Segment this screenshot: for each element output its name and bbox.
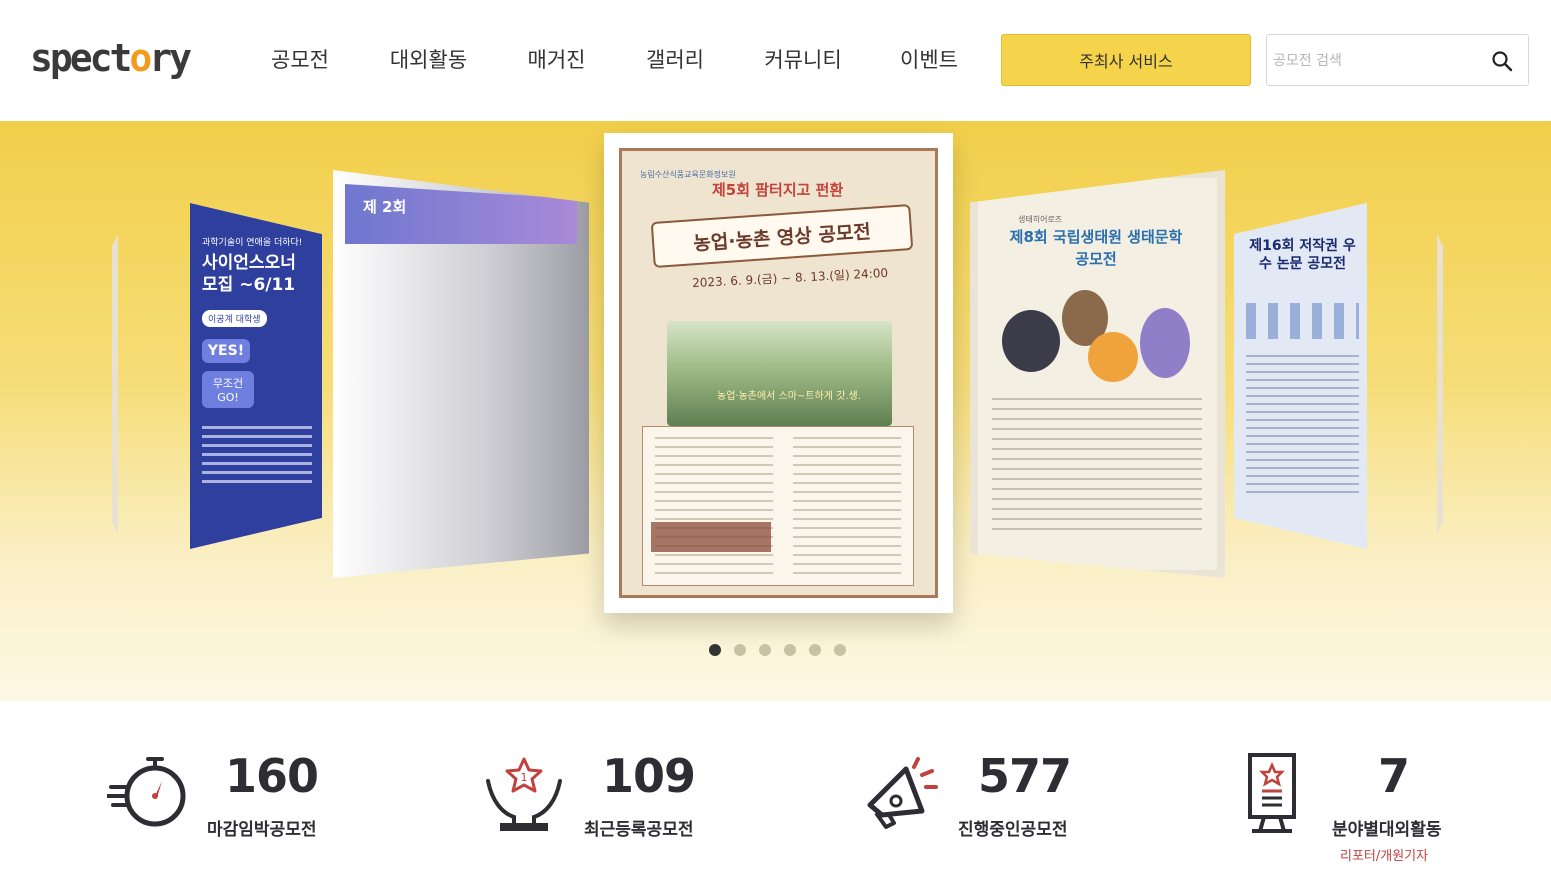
search-input[interactable]	[1273, 49, 1473, 73]
stat-ongoing-label: 진행중인공모전	[958, 820, 1068, 840]
stopwatch-icon	[107, 757, 186, 827]
second-poster-title: 제 2회	[363, 198, 407, 216]
stats-section: 160 마감임박공모전 1 109 최근등록공모전 577 진행중인공모전 7 …	[0, 701, 1551, 890]
carousel-dot-5[interactable]	[809, 644, 821, 656]
logo-text-accent: o	[129, 36, 152, 80]
stat-recent-count: 109	[602, 749, 696, 803]
megaphone-icon	[867, 757, 938, 829]
science-poster-pill: 이공계 대학생	[202, 310, 267, 327]
stat-activities-label: 분야별대외활동	[1332, 820, 1442, 840]
carousel-dot-1[interactable]	[709, 644, 721, 656]
eco-poster-details	[992, 398, 1202, 538]
host-service-button[interactable]: 주최사 서비스	[1001, 34, 1251, 86]
farm-poster-headline: 농업·농촌 영상 공모전	[692, 220, 872, 255]
carousel-pagination	[709, 644, 859, 656]
science-poster-details	[202, 426, 312, 486]
stat-activities[interactable]: 7 분야별대외활동 리포터/개원기자	[1236, 701, 1551, 890]
svg-text:1: 1	[521, 771, 528, 784]
carousel-card-eco[interactable]: 생태히어로즈 제8회 국립생태원 생태문학 공모전	[970, 170, 1225, 578]
hero-carousel: 과학기술이 연애을 더하다! 사이언스오너 모집 ~6/11 이공계 대학생 Y…	[0, 121, 1551, 701]
carousel-card-science[interactable]: 과학기술이 연애을 더하다! 사이언스오너 모집 ~6/11 이공계 대학생 Y…	[190, 203, 322, 549]
banner-stand-icon	[1248, 753, 1296, 833]
search-icon[interactable]	[1490, 49, 1514, 73]
stat-deadline-label: 마감임박공모전	[207, 820, 317, 840]
farm-poster: 농림수산식품교육문화정보원 제5회 팜터지고 펀환 농업·농촌 영상 공모전 2…	[619, 148, 938, 598]
carousel-dot-2[interactable]	[734, 644, 746, 656]
logo-text-post: ry	[149, 36, 192, 80]
eco-poster-title: 제8회 국립생태원 생태문학 공모전	[1009, 228, 1183, 268]
farm-poster-info-left	[655, 437, 773, 577]
nav-item-magazine[interactable]: 매거진	[499, 44, 614, 74]
carousel-card-far-right[interactable]	[1437, 234, 1443, 534]
stat-activities-sub[interactable]: 리포터/개원기자	[1340, 845, 1428, 864]
copyright-poster-illustration	[1246, 303, 1359, 339]
farm-poster-date: 2023. 6. 9.(금) ~ 8. 13.(일) 24:00	[691, 265, 889, 291]
science-poster-title: 사이언스오너 모집 ~6/11	[202, 253, 296, 295]
nav-item-events[interactable]: 이벤트	[870, 44, 988, 74]
eco-poster-subtitle: 생태히어로즈	[1018, 215, 1063, 224]
site-header: spectory 공모전 대외활동 매거진 갤러리 커뮤니티 이벤트 주최사 서…	[0, 0, 1551, 121]
nav-item-activities[interactable]: 대외활동	[358, 44, 499, 74]
farm-poster-info	[642, 426, 914, 586]
logo-text-pre: spect	[30, 36, 132, 80]
farm-poster-illustration	[667, 321, 892, 426]
science-poster-subtitle: 과학기술이 연애을 더하다!	[202, 238, 303, 248]
stat-deadline[interactable]: 160 마감임박공모전	[107, 701, 467, 890]
farm-poster-info-right	[793, 437, 901, 577]
nav-item-community[interactable]: 커뮤니티	[736, 44, 870, 74]
eco-creature-shape	[1140, 308, 1190, 378]
spectory-logo[interactable]: spectory	[30, 36, 192, 80]
eco-poster: 생태히어로즈 제8회 국립생태원 생태문학 공모전	[970, 170, 1225, 578]
eco-poster-illustration	[992, 290, 1202, 390]
copyright-poster: 제16회 저작권 우수 논문 공모전	[1234, 203, 1367, 549]
farm-poster-title: 제5회 팜터지고 펀환	[712, 181, 844, 199]
science-poster: 과학기술이 연애을 더하다! 사이언스오너 모집 ~6/11 이공계 대학생 Y…	[190, 203, 322, 549]
main-nav: 공모전 대외활동 매거진 갤러리 커뮤니티 이벤트	[242, 44, 988, 74]
farm-poster-info-table	[651, 522, 771, 552]
copyright-poster-title: 제16회 저작권 우수 논문 공모전	[1249, 238, 1356, 272]
carousel-dot-4[interactable]	[784, 644, 796, 656]
stat-recent-label: 최근등록공모전	[584, 820, 694, 840]
carousel-card-far-left[interactable]	[112, 234, 118, 534]
science-poster-yes: YES!	[202, 339, 250, 363]
carousel-card-copyright[interactable]: 제16회 저작권 우수 논문 공모전	[1234, 203, 1367, 549]
stat-ongoing[interactable]: 577 진행중인공모전	[860, 701, 1220, 890]
eco-penguin-shape	[1002, 310, 1060, 372]
science-poster-go: 무조건 GO!	[202, 371, 254, 408]
award-hands-icon: 1	[486, 757, 562, 831]
carousel-dot-3[interactable]	[759, 644, 771, 656]
eco-poster-inner: 생태히어로즈 제8회 국립생태원 생태문학 공모전	[978, 178, 1217, 570]
second-poster-strip: 제 2회	[345, 184, 577, 244]
stat-ongoing-count: 577	[978, 749, 1072, 803]
search-box	[1266, 34, 1529, 86]
copyright-poster-details	[1246, 355, 1359, 495]
carousel-card-second[interactable]: 제 2회	[333, 170, 589, 578]
farm-poster-banner: 농업·농촌 영상 공모전	[650, 203, 914, 269]
nav-item-gallery[interactable]: 갤러리	[614, 44, 736, 74]
carousel-dot-6[interactable]	[834, 644, 846, 656]
stat-activities-count: 7	[1378, 749, 1410, 803]
eco-fox-shape	[1088, 332, 1138, 382]
stat-recent[interactable]: 1 109 최근등록공모전	[484, 701, 844, 890]
nav-item-contests[interactable]: 공모전	[242, 44, 358, 74]
farm-poster-slogan: 농업·농촌에서 스마~트하게 갓.생.	[717, 391, 861, 402]
carousel-card-farm-active[interactable]: 농림수산식품교육문화정보원 제5회 팜터지고 펀환 농업·농촌 영상 공모전 2…	[604, 133, 953, 613]
stat-deadline-count: 160	[225, 749, 319, 803]
